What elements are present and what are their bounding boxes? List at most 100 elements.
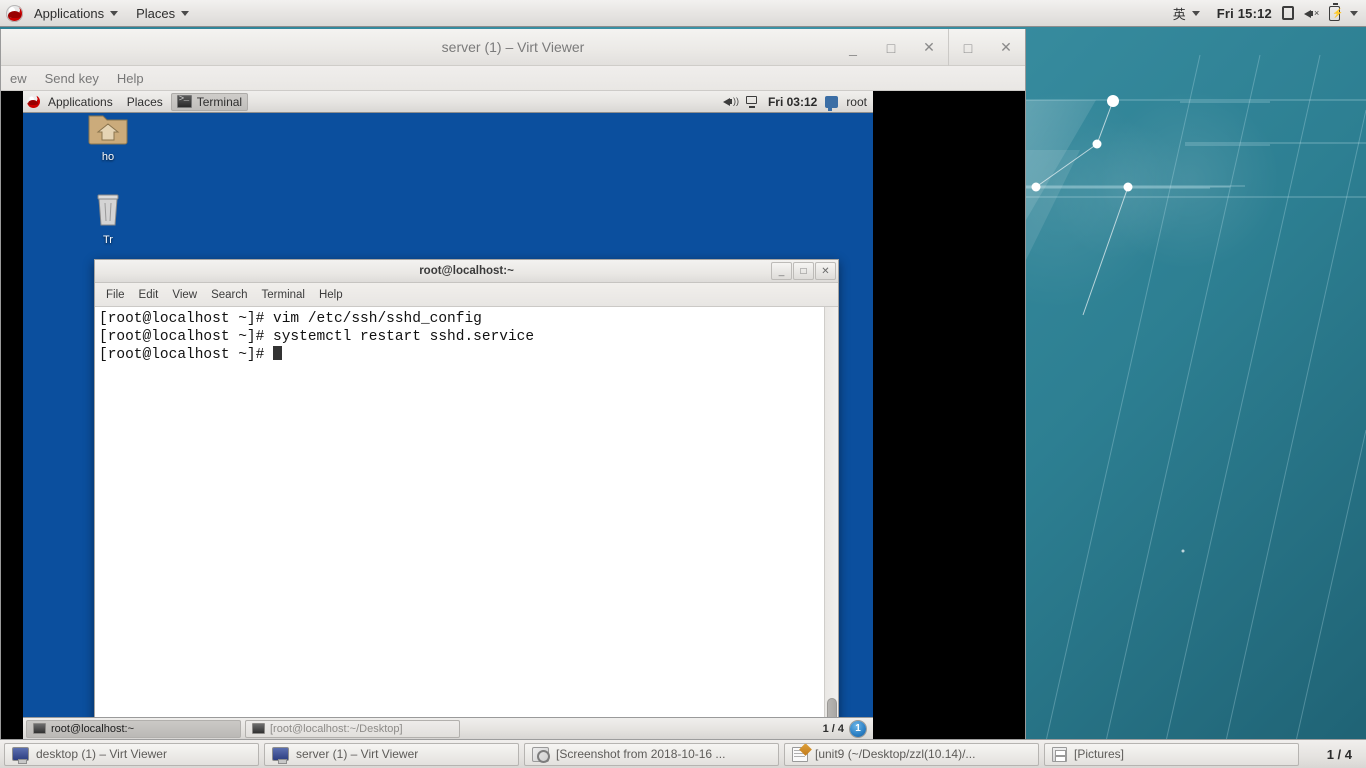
virt-viewer-guest-area: Applications Places Terminal )) Fri 03:1…	[1, 91, 1025, 739]
trash-icon	[97, 194, 119, 226]
minimize-button[interactable]: _	[834, 29, 872, 66]
host-panel-left: Applications Places	[0, 3, 196, 24]
terminal-icon	[33, 723, 46, 734]
host-workspace-switcher[interactable]: 1 / 4	[1317, 747, 1362, 762]
redhat-logo-icon	[27, 95, 40, 108]
terminal-line: [root@localhost ~]# systemctl restart ss…	[99, 328, 535, 345]
guest-top-panel: Applications Places Terminal )) Fri 03:1…	[23, 91, 873, 113]
terminal-line: [root@localhost ~]# vim /etc/ssh/sshd_co…	[99, 311, 482, 327]
input-method-indicator[interactable]: 英	[1166, 1, 1207, 26]
desktop-icon-home[interactable]: ho	[73, 106, 143, 163]
screenshot-icon	[532, 746, 550, 763]
restore-button[interactable]: □	[949, 29, 987, 66]
guest-taskbar-item[interactable]: [root@localhost:~/Desktop]	[245, 719, 460, 738]
virt-viewer-title: server (1) – Virt Viewer	[441, 39, 585, 55]
guest-clock[interactable]: Fri 03:12	[768, 95, 817, 109]
guest-workspace-switcher[interactable]: 1 / 4 1	[822, 720, 870, 737]
desktop-icon-trash-label: Tr	[103, 234, 113, 246]
host-taskbar-item-label: [Screenshot from 2018-10-16 ...	[556, 747, 726, 761]
host-taskbar-item-screenshot[interactable]: [Screenshot from 2018-10-16 ...	[524, 742, 779, 766]
terminal-scrollbar[interactable]	[824, 307, 838, 739]
redhat-logo-icon	[6, 4, 23, 22]
guest-taskbar-item[interactable]: root@localhost:~	[26, 719, 241, 738]
host-applications-menu[interactable]: Applications	[27, 3, 125, 24]
terminal-menubar: File Edit View Search Terminal Help	[95, 283, 838, 307]
virt-viewer-menubar: ew Send key Help	[1, 66, 1025, 91]
terminal-minimize-button[interactable]: _	[771, 262, 792, 280]
terminal-icon	[176, 93, 192, 108]
desktop-icon-home-label: ho	[101, 151, 115, 163]
volume-muted-icon[interactable]: ×	[1304, 7, 1319, 20]
host-panel-right: 英 Fri 15:12 × ⚡	[1166, 1, 1366, 26]
terminal-menu-help[interactable]: Help	[312, 287, 350, 303]
host-places-label: Places	[136, 5, 176, 21]
host-taskbar-item-pictures[interactable]: [Pictures]	[1044, 742, 1299, 766]
terminal-maximize-button[interactable]: □	[793, 262, 814, 280]
virt-viewer-window-controls: _ □ ✕ □ ✕	[834, 29, 1025, 66]
host-taskbar-item-label: [unit9 (~/Desktop/zzl(10.14)/...	[815, 747, 976, 761]
guest-taskbar-item-label: root@localhost:~	[51, 722, 135, 735]
chevron-down-icon	[1191, 10, 1200, 16]
terminal-menu-terminal[interactable]: Terminal	[255, 287, 312, 303]
chevron-down-icon	[110, 10, 119, 16]
host-taskbar-item-desktop[interactable]: desktop (1) – Virt Viewer	[4, 742, 259, 766]
menu-help[interactable]: Help	[108, 68, 153, 89]
maximize-button[interactable]: □	[872, 29, 910, 66]
guest-taskbar-item-label: [root@localhost:~/Desktop]	[270, 722, 403, 735]
desktop-icon-trash[interactable]: Tr	[73, 189, 143, 246]
chevron-down-icon	[181, 10, 190, 16]
terminal-menu-edit[interactable]: Edit	[132, 287, 166, 303]
host-taskbar: desktop (1) – Virt Viewer server (1) – V…	[0, 739, 1366, 768]
host-taskbar-item-unit9[interactable]: [unit9 (~/Desktop/zzl(10.14)/...	[784, 742, 1039, 766]
home-folder-icon	[88, 115, 128, 145]
user-icon	[825, 95, 839, 111]
outer-close-button[interactable]: ✕	[987, 29, 1025, 66]
terminal-cursor	[273, 346, 283, 360]
inner-window-controls: _ □ ✕	[834, 29, 948, 66]
outer-window-controls: □ ✕	[948, 29, 1025, 66]
terminal-prompt-text: [root@localhost ~]#	[99, 347, 274, 363]
guest-window-label: Terminal	[196, 94, 243, 109]
guest-panel-right: )) Fri 03:12 root	[722, 95, 873, 111]
guest-window-list-terminal[interactable]: Terminal	[170, 92, 249, 111]
terminal-prompt-line: [root@localhost ~]#	[99, 346, 838, 365]
terminal-menu-search[interactable]: Search	[204, 287, 254, 303]
guest-username[interactable]: root	[846, 95, 867, 109]
input-method-label: 英	[1172, 6, 1186, 22]
guest-workspace-indicator[interactable]: 1	[850, 720, 866, 737]
host-taskbar-item-label: server (1) – Virt Viewer	[296, 747, 419, 761]
battery-charging-icon[interactable]: ⚡	[1329, 2, 1343, 21]
menu-send-key[interactable]: Send key	[36, 68, 108, 89]
host-places-menu[interactable]: Places	[129, 3, 196, 24]
host-top-panel: Applications Places 英 Fri 15:12 × ⚡	[0, 0, 1366, 27]
host-taskbar-item-label: [Pictures]	[1074, 747, 1125, 761]
terminal-window: root@localhost:~ _ □ ✕ File Edit View Se…	[94, 259, 839, 739]
terminal-window-controls: _ □ ✕	[771, 262, 836, 280]
file-manager-icon	[1052, 746, 1067, 762]
monitor-icon	[272, 747, 289, 764]
volume-icon[interactable]: ))	[722, 95, 739, 108]
close-button[interactable]: ✕	[910, 29, 948, 66]
host-applications-label: Applications	[34, 5, 105, 21]
guest-screen: Applications Places Terminal )) Fri 03:1…	[23, 91, 873, 739]
chevron-down-icon[interactable]	[1350, 10, 1358, 16]
terminal-menu-view[interactable]: View	[165, 287, 204, 303]
guest-workspace-label: 1 / 4	[822, 722, 844, 735]
host-clock[interactable]: Fri 15:12	[1217, 6, 1272, 21]
menu-view[interactable]: ew	[1, 68, 36, 89]
terminal-output-area[interactable]: [root@localhost ~]# vim /etc/ssh/sshd_co…	[95, 307, 838, 739]
host-taskbar-item-label: desktop (1) – Virt Viewer	[36, 747, 167, 761]
virt-viewer-window: server (1) – Virt Viewer _ □ ✕ □ ✕ ew Se…	[0, 29, 1026, 739]
terminal-titlebar[interactable]: root@localhost:~ _ □ ✕	[95, 260, 838, 283]
monitor-icon	[12, 747, 29, 764]
terminal-menu-file[interactable]: File	[99, 287, 132, 303]
virt-viewer-titlebar[interactable]: server (1) – Virt Viewer _ □ ✕ □ ✕	[1, 29, 1025, 66]
network-disconnected-icon[interactable]	[745, 95, 760, 108]
host-workspace-label: 1 / 4	[1326, 746, 1352, 762]
terminal-title: root@localhost:~	[419, 265, 514, 277]
host-taskbar-item-server[interactable]: server (1) – Virt Viewer	[264, 742, 519, 766]
terminal-icon	[252, 723, 265, 734]
text-editor-icon	[792, 746, 808, 762]
terminal-close-button[interactable]: ✕	[815, 262, 836, 280]
display-icon[interactable]	[1282, 6, 1294, 20]
